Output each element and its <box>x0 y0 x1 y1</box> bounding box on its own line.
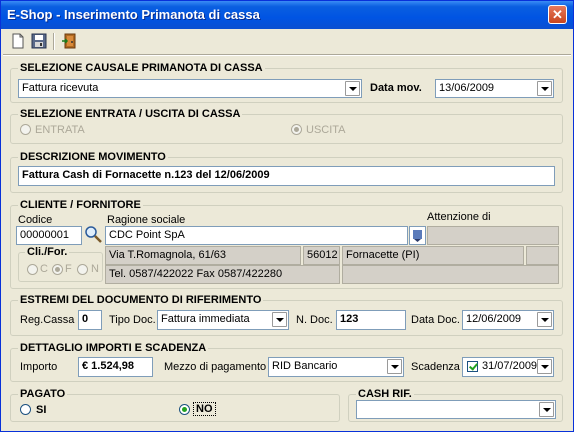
pagato-title: PAGATO <box>18 388 68 400</box>
pagato-si-radio[interactable] <box>20 404 31 415</box>
telefono-field: Tel. 0587/422022 Fax 0587/422280 <box>105 265 340 284</box>
pagato-no-radio[interactable] <box>179 404 190 415</box>
mezzo-select[interactable]: RID Bancario <box>268 357 404 377</box>
data-doc-picker[interactable]: 12/06/2009 <box>462 310 554 330</box>
descrizione-input[interactable]: Fattura Cash di Fornacette n.123 del 12/… <box>18 166 555 186</box>
entrata-radio[interactable] <box>20 124 31 135</box>
reg-cassa-label: Reg.Cassa <box>20 314 75 326</box>
cash-rif-select[interactable] <box>356 400 556 419</box>
tipo-doc-select[interactable]: Fattura immediata <box>157 310 289 330</box>
causale-title: SELEZIONE CAUSALE PRIMANOTA DI CASSA <box>18 62 265 74</box>
codice-input[interactable]: 00000001 <box>16 226 82 245</box>
cliente-title: CLIENTE / FORNITORE <box>18 199 143 211</box>
scadenza-label: Scadenza <box>411 361 460 373</box>
toolbar <box>1 29 573 53</box>
title-bar[interactable]: E-Shop - Inserimento Primanota di cassa … <box>1 1 573 29</box>
entrata-label: ENTRATA <box>35 124 85 136</box>
scadenza-checkbox[interactable] <box>467 361 478 372</box>
ragione-label: Ragione sociale <box>107 214 186 226</box>
mezzo-label: Mezzo di pagamento <box>164 361 267 373</box>
chevron-down-icon[interactable] <box>345 81 360 96</box>
attenzione-label: Attenzione di <box>427 211 491 223</box>
chevron-down-icon[interactable] <box>539 402 554 417</box>
entrata-uscita-title: SELEZIONE ENTRATA / USCITA DI CASSA <box>18 108 243 120</box>
clifor-f-radio[interactable] <box>52 264 63 275</box>
clifor-c-radio[interactable] <box>27 264 38 275</box>
n-doc-input[interactable]: 123 <box>336 310 406 330</box>
clifor-n-label: N <box>91 263 99 275</box>
new-document-icon[interactable] <box>9 32 27 50</box>
attenzione-field <box>427 226 559 245</box>
tipo-doc-label: Tipo Doc. <box>109 314 156 326</box>
indirizzo-field: Via T.Romagnola, 61/63 <box>105 246 301 265</box>
data-mov-picker[interactable]: 13/06/2009 <box>435 79 554 98</box>
scadenza-picker[interactable]: 31/07/2009 <box>462 357 554 377</box>
provincia-field <box>526 246 559 265</box>
chevron-down-icon[interactable] <box>537 359 552 374</box>
cap-field: 56012 <box>303 246 340 265</box>
uscita-radio[interactable] <box>291 124 302 135</box>
select-customer-icon[interactable] <box>409 226 426 245</box>
toolbar-divider <box>3 54 571 56</box>
clifor-c-label: C <box>40 263 48 275</box>
data-mov-value: 13/06/2009 <box>439 82 495 94</box>
toolbar-separator <box>53 33 55 50</box>
scadenza-value: 31/07/2009 <box>482 360 538 372</box>
n-doc-label: N. Doc. <box>296 314 333 326</box>
close-button[interactable]: ✕ <box>548 5 567 24</box>
importo-label: Importo <box>20 361 58 373</box>
clifor-title: Cli./For. <box>25 246 70 258</box>
data-doc-value: 12/06/2009 <box>466 313 522 325</box>
importo-input[interactable]: € 1.524,98 <box>78 357 153 377</box>
clifor-f-label: F <box>65 263 72 275</box>
email-field <box>342 265 559 284</box>
pagato-si-label: SI <box>36 404 47 416</box>
data-doc-label: Data Doc. <box>411 314 460 326</box>
descrizione-title: DESCRIZIONE MOVIMENTO <box>18 151 168 163</box>
chevron-down-icon[interactable] <box>387 359 402 374</box>
tipo-doc-value: Fattura immediata <box>161 313 250 325</box>
clifor-n-radio[interactable] <box>77 264 88 275</box>
documento-title: ESTREMI DEL DOCUMENTO DI RIFERIMENTO <box>18 294 264 306</box>
main-window: E-Shop - Inserimento Primanota di cassa … <box>0 0 574 432</box>
cash-rif-title: CASH RIF. <box>356 388 414 400</box>
window-title: E-Shop - Inserimento Primanota di cassa <box>7 7 260 22</box>
data-mov-label: Data mov. <box>370 82 422 94</box>
citta-field: Fornacette (PI) <box>342 246 524 265</box>
search-icon[interactable] <box>83 224 103 244</box>
uscita-label: USCITA <box>306 124 346 136</box>
save-icon[interactable] <box>30 32 48 50</box>
chevron-down-icon[interactable] <box>537 312 552 327</box>
chevron-down-icon[interactable] <box>272 312 287 327</box>
mezzo-value: RID Bancario <box>272 360 338 372</box>
codice-label: Codice <box>18 214 53 226</box>
ragione-input[interactable]: CDC Point SpA <box>105 226 408 245</box>
reg-cassa-input[interactable]: 0 <box>78 310 102 330</box>
importi-title: DETTAGLIO IMPORTI E SCADENZA <box>18 342 209 354</box>
pagato-no-label: NO <box>193 402 216 416</box>
causale-value: Fattura ricevuta <box>22 82 99 94</box>
causale-select[interactable]: Fattura ricevuta <box>18 79 362 98</box>
chevron-down-icon[interactable] <box>537 81 552 96</box>
exit-door-icon[interactable] <box>61 32 79 50</box>
